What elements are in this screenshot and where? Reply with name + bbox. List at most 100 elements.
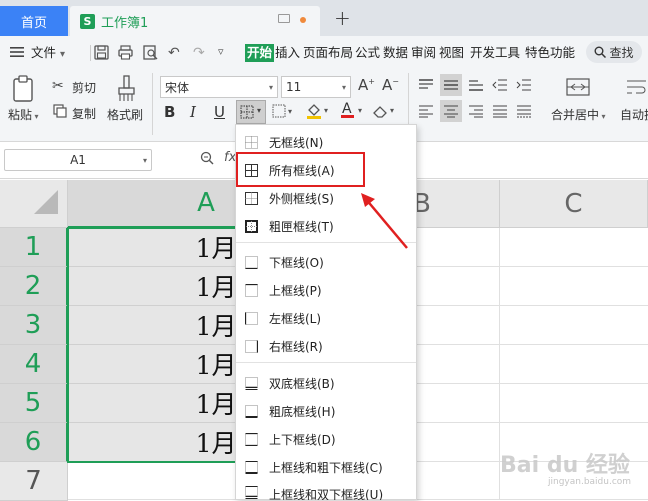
- font-name-value: 宋体: [165, 80, 190, 95]
- monitor-icon[interactable]: [278, 14, 290, 23]
- fill-color-icon[interactable]: ▾: [306, 103, 332, 122]
- cut-button[interactable]: 剪切: [72, 79, 96, 96]
- font-size-value: 11: [286, 80, 302, 94]
- file-menu[interactable]: 文件 ▾: [31, 44, 65, 62]
- increase-font-icon[interactable]: A+: [358, 76, 375, 94]
- menu-item-label: 外侧框线(S): [269, 191, 334, 206]
- menu-item-right-border[interactable]: 右框线(R): [236, 332, 416, 360]
- redo-icon[interactable]: ↷: [193, 45, 205, 61]
- red-arrow-annotation: [361, 193, 408, 249]
- tab-home[interactable]: 首页: [0, 6, 68, 36]
- name-box[interactable]: A1 ▾: [4, 149, 152, 171]
- select-all-triangle-icon: [34, 190, 58, 214]
- align-right-icon[interactable]: [468, 104, 484, 121]
- chevron-down-icon: ▾: [142, 155, 147, 165]
- align-bottom-icon[interactable]: [468, 78, 484, 95]
- align-center-button[interactable]: [440, 100, 462, 122]
- align-middle-icon: [444, 80, 458, 90]
- menu-item-thick-bottom-border[interactable]: 粗底框线(H): [236, 397, 416, 425]
- increase-indent-icon[interactable]: [516, 78, 532, 95]
- menu-item-double-bottom-border[interactable]: 双底框线(B): [236, 369, 416, 397]
- font-color-icon[interactable]: A ▾: [340, 101, 366, 122]
- tab-start[interactable]: 开始: [245, 44, 275, 62]
- right-border-icon: [245, 339, 258, 353]
- column-header-c[interactable]: C: [500, 180, 648, 228]
- align-middle-button[interactable]: [440, 74, 462, 96]
- cell-c3[interactable]: [500, 306, 648, 345]
- row-header[interactable]: 7: [0, 462, 68, 501]
- menu-item-label: 上框线和双下框线(U): [269, 488, 384, 500]
- tab-data[interactable]: 数据: [383, 44, 408, 62]
- format-painter-button[interactable]: 格式刷: [107, 106, 143, 123]
- top-double-bottom-border-icon: [245, 486, 258, 499]
- highlight-box-annotation: [236, 152, 365, 187]
- wrap-text-button[interactable]: 自动换: [620, 106, 648, 123]
- zoom-icon[interactable]: [200, 151, 214, 169]
- cell-c1[interactable]: [500, 228, 648, 267]
- menu-item-top-double-bottom-border[interactable]: 上框线和双下框线(U): [236, 481, 416, 500]
- paste-icon[interactable]: [12, 75, 36, 106]
- tab-insert[interactable]: 插入: [275, 44, 300, 62]
- cell-style-icon[interactable]: ▾: [272, 104, 296, 121]
- scissors-icon: ✂: [52, 78, 64, 94]
- row-header[interactable]: 1: [0, 228, 68, 267]
- cell-c5[interactable]: [500, 384, 648, 423]
- tab-review[interactable]: 审阅: [411, 44, 436, 62]
- workbook-tab-label: 工作簿1: [101, 15, 149, 31]
- print-preview-icon[interactable]: [143, 45, 158, 63]
- name-box-value: A1: [70, 153, 86, 167]
- paste-button[interactable]: 粘贴 ▾: [8, 106, 39, 123]
- top-thick-bottom-border-icon: [245, 460, 258, 474]
- tab-page-layout[interactable]: 页面布局: [303, 44, 353, 62]
- cell-c4[interactable]: [500, 345, 648, 384]
- tab-view[interactable]: 视图: [439, 44, 464, 62]
- align-left-icon[interactable]: [418, 104, 434, 121]
- copy-button[interactable]: 复制: [72, 105, 96, 122]
- hamburger-icon[interactable]: [10, 46, 24, 61]
- menu-item-top-thick-bottom-border[interactable]: 上框线和粗下框线(C): [236, 453, 416, 481]
- svg-text:▾: ▾: [358, 106, 362, 115]
- format-painter-icon[interactable]: [117, 75, 137, 106]
- row-header[interactable]: 3: [0, 306, 68, 345]
- tab-special-features[interactable]: 特色功能: [525, 44, 575, 62]
- search-label: 查找: [609, 45, 634, 60]
- distributed-align-icon[interactable]: [516, 104, 532, 121]
- menu-item-label: 上下框线(D): [269, 432, 336, 447]
- wrap-text-icon[interactable]: [626, 78, 648, 99]
- italic-button[interactable]: I: [190, 103, 196, 121]
- decrease-font-icon[interactable]: A−: [382, 76, 399, 94]
- menu-item-label: 下框线(O): [269, 255, 324, 270]
- top-bottom-border-icon: [245, 432, 258, 446]
- justify-icon[interactable]: [492, 104, 508, 121]
- menu-item-top-border[interactable]: 上框线(P): [236, 276, 416, 304]
- quick-access-dropdown-icon[interactable]: ▿: [218, 45, 224, 58]
- font-name-select[interactable]: 宋体 ▾: [160, 76, 278, 98]
- tab-formulas[interactable]: 公式: [355, 44, 380, 62]
- menu-item-label: 左框线(L): [269, 311, 322, 326]
- new-tab-plus-icon[interactable]: +: [334, 6, 351, 30]
- font-size-select[interactable]: 11 ▾: [281, 76, 351, 98]
- search-button[interactable]: 查找: [586, 41, 642, 63]
- menu-item-left-border[interactable]: 左框线(L): [236, 304, 416, 332]
- save-icon[interactable]: [94, 45, 109, 63]
- print-icon[interactable]: [118, 45, 133, 63]
- eraser-icon[interactable]: ▾: [372, 103, 398, 122]
- copy-icon: [53, 104, 67, 121]
- merge-center-button[interactable]: 合并居中 ▾: [551, 106, 606, 123]
- row-header[interactable]: 2: [0, 267, 68, 306]
- row-header[interactable]: 5: [0, 384, 68, 423]
- merge-center-icon[interactable]: [566, 78, 590, 99]
- border-button[interactable]: ▾: [236, 100, 266, 124]
- row-header[interactable]: 4: [0, 345, 68, 384]
- undo-icon[interactable]: ↶: [168, 45, 180, 61]
- decrease-indent-icon[interactable]: [492, 78, 508, 95]
- spreadsheet-icon: S: [80, 13, 95, 29]
- row-header[interactable]: 6: [0, 423, 68, 462]
- underline-button[interactable]: U: [214, 103, 225, 121]
- align-top-icon[interactable]: [418, 78, 434, 95]
- tab-developer[interactable]: 开发工具: [470, 44, 520, 62]
- menu-item-top-bottom-border[interactable]: 上下框线(D): [236, 425, 416, 453]
- cell-c2[interactable]: [500, 267, 648, 306]
- bold-button[interactable]: B: [164, 103, 175, 121]
- thick-box-border-icon: [245, 219, 258, 233]
